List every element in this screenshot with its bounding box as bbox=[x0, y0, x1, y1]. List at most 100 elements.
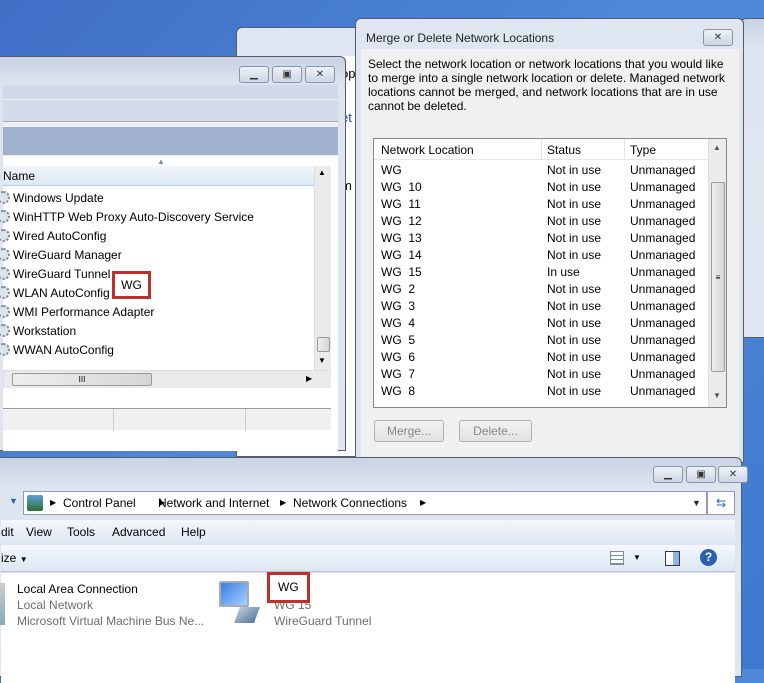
view-dropdown-icon[interactable]: ▼ bbox=[633, 545, 641, 571]
location-type: Unmanaged bbox=[630, 316, 696, 330]
location-type: Unmanaged bbox=[630, 248, 696, 262]
location-row[interactable]: WG 4 Not in use Unmanaged bbox=[381, 315, 696, 332]
network-adapter-icon bbox=[0, 583, 5, 625]
column-type[interactable]: Type bbox=[630, 143, 656, 157]
location-row[interactable]: WG 14 Not in use Unmanaged bbox=[381, 247, 696, 264]
service-name: WireGuard Tunnel bbox=[13, 267, 111, 281]
location-name: WG 5 bbox=[381, 333, 416, 347]
location-type: Unmanaged bbox=[630, 282, 696, 296]
minimize-button[interactable]: ▁ bbox=[653, 466, 683, 483]
location-row[interactable]: WG 11 Not in use Unmanaged bbox=[381, 196, 695, 213]
toolbar: ize ▼ ▼ ? bbox=[1, 545, 735, 572]
breadcrumb-network-internet[interactable]: Network and Internet bbox=[158, 492, 269, 514]
location-row[interactable]: WG Not in use Unmanaged bbox=[381, 162, 695, 179]
horizontal-scrollbar[interactable]: III ▶ bbox=[3, 370, 331, 388]
service-gear-icon bbox=[0, 324, 10, 337]
menu-edit[interactable]: dit bbox=[1, 520, 14, 544]
location-status: Not in use bbox=[547, 163, 602, 177]
network-cable-icon bbox=[234, 607, 260, 623]
location-type: Unmanaged bbox=[630, 333, 696, 347]
service-row[interactable]: Workstation bbox=[0, 322, 76, 341]
dialog-title: Merge or Delete Network Locations bbox=[366, 31, 555, 45]
service-row[interactable]: WMI Performance Adapter bbox=[0, 303, 154, 322]
location-row[interactable]: WG 6 Not in use Unmanaged bbox=[381, 349, 695, 366]
location-row[interactable]: WG 12 Not in use Unmanaged bbox=[381, 213, 695, 230]
service-name: WireGuard Manager bbox=[13, 248, 122, 262]
location-name: WG 13 bbox=[381, 231, 422, 245]
service-name: WinHTTP Web Proxy Auto-Discovery Service bbox=[13, 210, 254, 224]
network-connections-window: ▁ ▣ ✕ ▶ Control Panel ▶ Network and Inte… bbox=[0, 457, 748, 683]
dialog-description: Select the network location or network l… bbox=[368, 57, 725, 113]
connection-device: WireGuard Tunnel bbox=[274, 614, 372, 628]
service-row[interactable]: WLAN AutoConfig bbox=[0, 284, 110, 303]
status-bar bbox=[3, 408, 331, 431]
organize-button[interactable]: ize ▼ bbox=[1, 545, 28, 573]
location-status: Not in use bbox=[547, 248, 602, 262]
location-row[interactable]: WG 13 Not in use Unmanaged bbox=[381, 230, 696, 247]
service-row[interactable]: Wired AutoConfig bbox=[0, 227, 106, 246]
location-row[interactable]: WG 2 Not in use Unmanaged bbox=[381, 281, 696, 298]
location-row[interactable]: WG 5 Not in use Unmanaged bbox=[381, 332, 696, 349]
location-status: Not in use bbox=[547, 333, 602, 347]
address-bar[interactable]: ▶ Control Panel ▶ Network and Internet ▶… bbox=[23, 491, 707, 515]
location-name: WG 12 bbox=[381, 214, 422, 228]
service-name: Wired AutoConfig bbox=[13, 229, 107, 243]
location-type: Unmanaged bbox=[630, 367, 696, 381]
location-type: Unmanaged bbox=[630, 265, 696, 279]
sort-arrow-icon: ▲ bbox=[157, 157, 165, 166]
connections-pane: Local Area Connection Local Network Micr… bbox=[0, 573, 735, 683]
column-network-location[interactable]: Network Location bbox=[381, 143, 474, 157]
change-view-icon[interactable] bbox=[610, 551, 624, 565]
close-button[interactable]: ✕ bbox=[305, 66, 335, 83]
refresh-button[interactable]: ⇆ bbox=[707, 491, 735, 515]
menu-help[interactable]: Help bbox=[181, 520, 206, 544]
preview-pane-icon[interactable] bbox=[665, 551, 680, 566]
menu-tools[interactable]: Tools bbox=[67, 520, 95, 544]
column-status[interactable]: Status bbox=[547, 143, 581, 157]
breadcrumb-network-connections[interactable]: Network Connections bbox=[293, 492, 407, 514]
service-row[interactable]: WinHTTP Web Proxy Auto-Discovery Service bbox=[0, 208, 254, 227]
location-row[interactable]: WG 7 Not in use Unmanaged bbox=[381, 366, 696, 383]
location-name: WG 2 bbox=[381, 282, 416, 296]
help-icon[interactable]: ? bbox=[700, 549, 717, 566]
service-gear-icon bbox=[0, 267, 10, 280]
location-status: Not in use bbox=[547, 214, 602, 228]
menu-view[interactable]: View bbox=[26, 520, 52, 544]
service-name: WWAN AutoConfig bbox=[13, 343, 114, 357]
location-status: Not in use bbox=[547, 299, 602, 313]
location-type: Unmanaged bbox=[630, 231, 696, 245]
address-dropdown-icon[interactable]: ▼ bbox=[692, 492, 701, 514]
dialog-close-button[interactable]: ✕ bbox=[703, 29, 733, 46]
location-name: WG 4 bbox=[381, 316, 416, 330]
location-status: Not in use bbox=[547, 231, 602, 245]
location-row[interactable]: WG 3 Not in use Unmanaged bbox=[381, 298, 695, 315]
location-name: WG 7 bbox=[381, 367, 416, 381]
close-button[interactable]: ✕ bbox=[718, 466, 748, 483]
location-status: Not in use bbox=[547, 282, 602, 296]
services-window: ▁ ▣ ✕ ▲ Name Windows Update WinHTTP Web P… bbox=[0, 56, 346, 451]
back-dropdown-icon[interactable]: ▼ bbox=[9, 496, 18, 506]
vertical-scrollbar[interactable]: ▲ ▼ bbox=[314, 166, 331, 370]
location-row[interactable]: WG 8 Not in use Unmanaged bbox=[381, 383, 695, 400]
location-name: WG 14 bbox=[381, 248, 422, 262]
location-type: Unmanaged bbox=[630, 180, 696, 194]
service-row[interactable]: WireGuard Tunnel bbox=[0, 265, 110, 284]
connection-device: Microsoft Virtual Machine Bus Ne... bbox=[17, 614, 205, 628]
column-header-name[interactable]: Name bbox=[3, 166, 314, 186]
service-row[interactable]: Windows Update bbox=[0, 189, 104, 208]
maximize-button[interactable]: ▣ bbox=[272, 66, 302, 83]
breadcrumb-control-panel[interactable]: Control Panel bbox=[63, 492, 136, 514]
maximize-button[interactable]: ▣ bbox=[686, 466, 716, 483]
service-row[interactable]: WireGuard Manager bbox=[0, 246, 122, 265]
service-row[interactable]: WWAN AutoConfig bbox=[0, 341, 114, 360]
minimize-button[interactable]: ▁ bbox=[239, 66, 269, 83]
merge-button[interactable]: Merge... bbox=[374, 420, 444, 442]
list-scrollbar[interactable]: ▲ ≡ ▼ bbox=[708, 139, 726, 407]
menu-bar: dit View Tools Advanced Help bbox=[1, 520, 735, 544]
delete-button[interactable]: Delete... bbox=[459, 420, 532, 442]
location-row[interactable]: WG 15 In use Unmanaged bbox=[381, 264, 696, 281]
location-row[interactable]: WG 10 Not in use Unmanaged bbox=[381, 179, 696, 196]
menu-advanced[interactable]: Advanced bbox=[112, 520, 165, 544]
location-name: WG 10 bbox=[381, 180, 422, 194]
location-status: Not in use bbox=[547, 180, 602, 194]
